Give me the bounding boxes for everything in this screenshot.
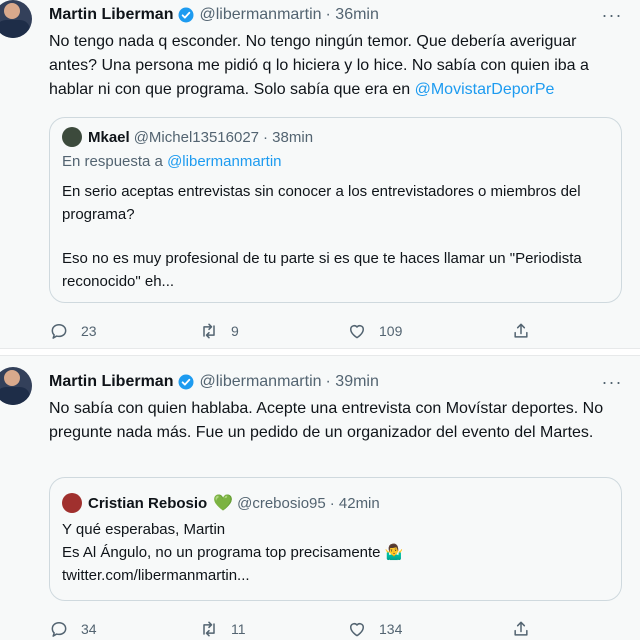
more-icon[interactable]: ··· bbox=[600, 372, 624, 392]
quoted-header: Mkael @Michel13516027 · 38min bbox=[62, 126, 313, 148]
quoted-text-line-1: Y qué esperabas, Martin bbox=[62, 521, 226, 538]
retweet-button[interactable]: 9 bbox=[199, 319, 239, 343]
author-handle[interactable]: @libermanmartin bbox=[199, 373, 321, 391]
quoted-tweet[interactable]: Mkael @Michel13516027 · 38min En respues… bbox=[49, 117, 622, 303]
quoted-author-name: Cristian Rebosio bbox=[88, 494, 208, 512]
quoted-text-line-2: Es Al Ángulo, no un programa top precisa… bbox=[62, 544, 404, 561]
author-name[interactable]: Martin Liberman bbox=[49, 373, 173, 391]
reply-to-label: En respuesta a @libermanmartin bbox=[62, 153, 282, 170]
reply-to-prefix: En respuesta a bbox=[62, 153, 163, 170]
more-icon[interactable]: ··· bbox=[600, 5, 624, 25]
retweet-count: 11 bbox=[231, 621, 246, 637]
share-icon bbox=[514, 621, 528, 636]
tweet-text: No tengo nada q esconder. No tengo ningú… bbox=[49, 30, 624, 102]
reply-to-handle[interactable]: @libermanmartin bbox=[167, 153, 281, 170]
quoted-header: Cristian Rebosio 💚 @crebosio95 · 42min bbox=[62, 492, 380, 514]
share-icon bbox=[514, 323, 528, 338]
reply-button[interactable]: 34 bbox=[49, 617, 97, 641]
reply-count: 23 bbox=[81, 323, 97, 339]
quoted-tweet[interactable]: Cristian Rebosio 💚 @crebosio95 · 42min Y… bbox=[49, 477, 622, 601]
verified-icon bbox=[178, 7, 194, 23]
tweet-time[interactable]: · 39min bbox=[326, 373, 379, 391]
retweet-count: 9 bbox=[231, 323, 239, 339]
quoted-avatar bbox=[62, 493, 82, 513]
tweet-divider bbox=[0, 348, 640, 356]
tweet-actions: 23 9 109 bbox=[49, 319, 529, 343]
quoted-handle: @Michel13516027 bbox=[133, 128, 260, 146]
like-icon bbox=[350, 623, 364, 637]
author-handle[interactable]: @libermanmartin bbox=[199, 6, 321, 24]
like-button[interactable]: 134 bbox=[347, 617, 402, 641]
tweet-header: Martin Liberman @libermanmartin · 39min bbox=[49, 370, 379, 394]
reply-icon bbox=[51, 622, 67, 637]
quoted-text-1: En serio aceptas entrevistas sin conocer… bbox=[62, 183, 581, 223]
quoted-link[interactable]: twitter.com/libermanmartin... bbox=[62, 564, 607, 587]
author-avatar[interactable] bbox=[0, 0, 32, 38]
retweet-button[interactable]: 11 bbox=[199, 617, 246, 641]
tweet-1[interactable]: Martin Liberman @libermanmartin · 36min … bbox=[0, 0, 640, 348]
like-icon bbox=[350, 325, 364, 339]
author-avatar[interactable] bbox=[0, 367, 32, 405]
reply-icon bbox=[51, 324, 67, 339]
quoted-handle: @crebosio95 bbox=[237, 494, 326, 512]
like-count: 134 bbox=[379, 621, 403, 637]
quoted-author-name: Mkael bbox=[88, 128, 130, 146]
reply-count: 34 bbox=[81, 621, 97, 637]
retweet-icon bbox=[203, 621, 215, 637]
reply-button[interactable]: 23 bbox=[49, 319, 97, 343]
share-button[interactable] bbox=[511, 319, 543, 343]
mention-link[interactable]: @MovistarDeporPe bbox=[415, 81, 555, 98]
author-name[interactable]: Martin Liberman bbox=[49, 6, 173, 24]
retweet-icon bbox=[203, 323, 215, 339]
tweet-text: No sabía con quien hablaba. Acepte una e… bbox=[49, 400, 604, 441]
like-count: 109 bbox=[379, 323, 403, 339]
quoted-avatar bbox=[62, 127, 82, 147]
tweet-2[interactable]: Martin Liberman @libermanmartin · 39min … bbox=[0, 356, 640, 640]
quoted-time: · 42min bbox=[329, 494, 380, 512]
heart-emoji: 💚 bbox=[213, 495, 234, 512]
tweet-time[interactable]: · 36min bbox=[326, 6, 379, 24]
like-button[interactable]: 109 bbox=[347, 319, 402, 343]
tweet-header: Martin Liberman @libermanmartin · 36min bbox=[49, 3, 379, 27]
tweet-actions: 34 11 134 bbox=[49, 617, 529, 641]
quoted-text-2: Eso no es muy profesional de tu parte si… bbox=[62, 250, 582, 290]
share-button[interactable] bbox=[511, 617, 543, 641]
verified-icon bbox=[178, 374, 194, 390]
quoted-time: · 38min bbox=[263, 128, 314, 146]
